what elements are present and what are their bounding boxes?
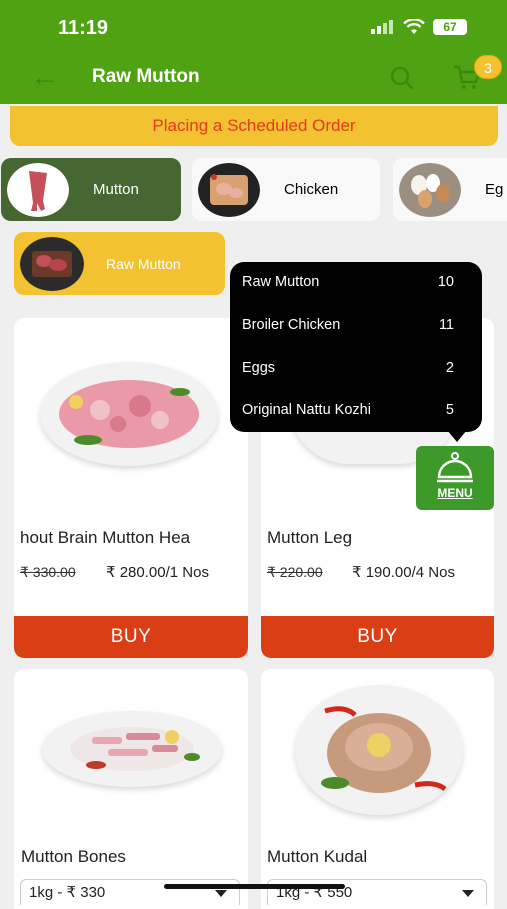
battery-indicator: 67 [433,19,467,35]
eggs-thumbnail [399,162,461,217]
app-header: 11:19 67 ← Raw Mutton 3 [0,0,507,104]
category-chicken[interactable]: Chicken [192,158,380,221]
product-card[interactable]: Mutton Bones 1kg - ₹ 330 [14,669,248,909]
signal-icon [371,20,393,34]
cloche-icon [437,452,473,483]
product-image [295,685,463,815]
menu-item-count: 2 [445,360,454,376]
buy-button[interactable]: BUY [261,616,494,658]
product-name: hout Brain Mutton Hea [20,528,191,547]
product-price: ₹ 280.00/1 Nos [106,564,209,581]
category-label: Mutton [93,181,139,198]
back-arrow-icon[interactable]: ← [30,62,60,92]
page-title: Raw Mutton [92,66,200,87]
search-icon[interactable] [388,64,416,92]
menu-popup-item-raw-mutton[interactable]: Raw Mutton 10 [242,274,454,290]
chevron-down-icon [215,890,227,897]
menu-item-label: Eggs [242,360,276,376]
menu-button-label: MENU [437,486,473,500]
menu-popup-arrow [447,430,467,442]
product-price: ₹ 190.00/4 Nos [352,564,455,581]
subcategory-label: Raw Mutton [106,255,181,272]
menu-popup-item-eggs[interactable]: Eggs 2 [242,360,454,376]
product-card[interactable]: hout Brain Mutton Hea ₹ 330.00 ₹ 280.00/… [14,318,248,658]
product-old-price: ₹ 220.00 [267,564,323,580]
wifi-icon [403,19,425,34]
category-label: Chicken [284,181,339,198]
menu-item-label: Broiler Chicken [242,317,341,333]
product-image [40,362,218,466]
product-name: Mutton Leg [267,528,353,547]
quantity-select[interactable]: 1kg - ₹ 550 [267,879,487,905]
product-name: Mutton Bones [21,847,126,866]
category-label: Eg [485,181,504,198]
status-time: 11:19 [58,17,109,39]
chevron-down-icon [462,890,474,897]
status-icons: 67 [371,19,467,35]
quantity-select-value: 1kg - ₹ 330 [29,884,106,901]
menu-popup-item-broiler-chicken[interactable]: Broiler Chicken 11 [242,317,454,333]
menu-item-count: 10 [437,274,454,290]
product-card[interactable]: Mutton Kudal 1kg - ₹ 550 [261,669,494,909]
product-old-price: ₹ 330.00 [20,564,76,580]
quantity-select[interactable]: 1kg - ₹ 330 [20,879,240,905]
category-eggs[interactable]: Eg [393,158,507,221]
menu-item-label: Raw Mutton [242,274,320,290]
menu-item-count: 5 [445,402,454,418]
menu-popup-item-original-nattu-kozhi[interactable]: Original Nattu Kozhi 5 [242,402,454,418]
buy-button[interactable]: BUY [14,616,248,658]
chicken-thumbnail [198,162,260,217]
mutton-thumbnail [7,162,69,217]
product-name: Mutton Kudal [267,847,368,866]
scheduled-order-banner[interactable]: Placing a Scheduled Order [10,106,498,146]
menu-popup: Raw Mutton 10 Broiler Chicken 11 Eggs 2 … [230,262,482,432]
home-indicator[interactable] [164,884,345,889]
product-image [42,711,222,787]
floating-menu-button[interactable]: MENU [416,446,494,510]
raw-mutton-thumbnail [20,236,84,291]
cart-count-badge: 3 [474,55,502,79]
menu-item-label: Original Nattu Kozhi [242,402,371,418]
category-mutton[interactable]: Mutton [1,158,181,221]
subcategory-raw-mutton[interactable]: Raw Mutton [14,232,225,295]
menu-item-count: 11 [438,317,454,333]
